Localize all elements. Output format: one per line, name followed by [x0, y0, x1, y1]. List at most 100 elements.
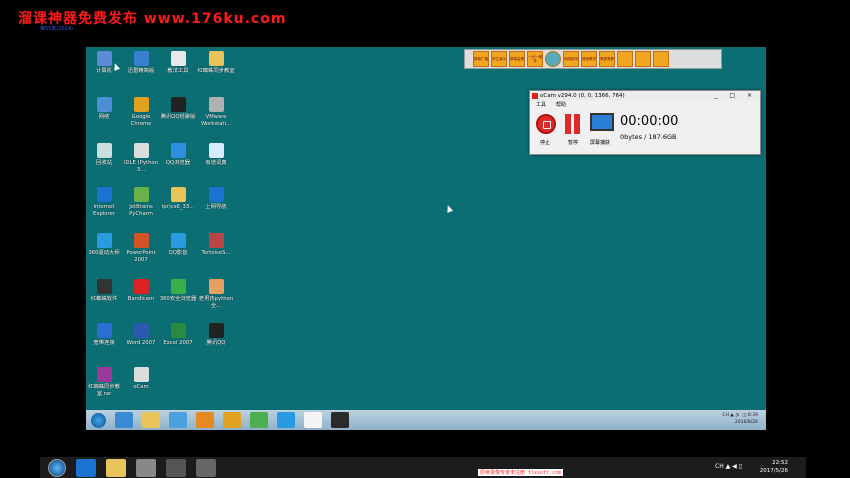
taskbar-app-icon[interactable]	[223, 412, 241, 428]
desktop-icon[interactable]: 网络	[84, 97, 124, 121]
desktop-icon[interactable]: QQ浏览器	[158, 143, 198, 167]
outer-taskbar: CH ▲ ◀ ▯ 22:52 2017/5/26	[40, 457, 806, 478]
app-icon	[96, 97, 112, 112]
taskbar-app-icon[interactable]	[196, 458, 216, 477]
toolbar-button[interactable]: 网络影院	[563, 51, 579, 67]
taskbar-app-icon[interactable]	[196, 412, 214, 428]
desktop-icon[interactable]: 回收站	[84, 143, 124, 167]
inner-taskbar: CH ▲ 🔊 ◫ 8:39 2016/8/26	[86, 410, 766, 430]
desktop-icon-label: Excel 2007	[163, 340, 193, 346]
app-icon	[133, 51, 149, 66]
app-icon	[133, 97, 149, 112]
desktop-icon-label: Internet Explorer	[92, 204, 116, 217]
app-icon	[96, 143, 112, 158]
toolbar-button[interactable]: 屏幕广播	[473, 51, 489, 67]
desktop-icon[interactable]: 腾讯QQ	[196, 323, 236, 347]
inner-clock-time: 8:39	[747, 413, 758, 418]
desktop-icon[interactable]: 有道词典	[196, 143, 236, 167]
desktop-icon[interactable]: 红蜘蛛软件	[84, 279, 124, 303]
desktop-icon[interactable]: 360驱动大师	[84, 233, 124, 257]
desktop-icon[interactable]: QQ影音	[158, 233, 198, 257]
menu-tools[interactable]: 工具	[536, 101, 546, 110]
desktop-icon[interactable]: 腾讯QQ轻聊版	[158, 97, 198, 121]
desktop-icon[interactable]: 360安全浏览器	[158, 279, 198, 303]
toolbar-button[interactable]	[545, 51, 561, 67]
desktop-icon[interactable]: Google Chrome	[121, 97, 161, 127]
toolbar-button[interactable]: 屏幕监看	[509, 51, 525, 67]
app-icon	[208, 97, 224, 112]
desktop-icon[interactable]: Excel 2007	[158, 323, 198, 347]
desktop-icon[interactable]: Word 2007	[121, 323, 161, 347]
ocam-app-icon	[532, 93, 538, 99]
desktop-icon[interactable]: Bandicam	[121, 279, 161, 303]
inner-tray-icons[interactable]: CH ▲ 🔊 ◫	[722, 413, 746, 418]
app-icon	[208, 233, 224, 248]
taskbar-app-icon[interactable]	[250, 412, 268, 428]
desktop-icon[interactable]: 宽带连接	[84, 323, 124, 347]
clock-date: 2017/5/26	[759, 468, 788, 474]
desktop-icon[interactable]: VMware Workstati...	[196, 97, 236, 127]
app-icon	[208, 51, 224, 66]
taskbar-app-icon[interactable]	[76, 458, 96, 477]
remote-desktop[interactable]: 计算机 迅雷精简版 教法工具 红蜘蛛同步教室 网络 Google Chrome 腾讯QQ轻聊…	[86, 47, 766, 410]
start-button[interactable]	[48, 458, 66, 477]
desktop-icon[interactable]: TortoiseS...	[196, 233, 236, 257]
tray-icons[interactable]: CH ▲ ◀ ▯	[715, 463, 742, 470]
desktop-icon-label: TortoiseS...	[201, 250, 231, 256]
desktop-icon[interactable]: PowerPoint 2007	[121, 233, 161, 263]
stop-button[interactable]	[536, 114, 556, 134]
taskbar-app-icon[interactable]	[106, 458, 126, 477]
taskbar-app-icon[interactable]	[166, 458, 186, 477]
screen-capture-button[interactable]	[590, 113, 614, 131]
ocam-menu-bar: 工具 帮助	[530, 101, 760, 110]
desktop-icon[interactable]: 迅雷精简版	[121, 51, 161, 75]
desktop-icon-label: oCam	[133, 384, 149, 390]
toolbar-button[interactable]: 黑屏肃静	[599, 51, 615, 67]
toolbar-button[interactable]	[653, 51, 669, 67]
toolbar-button[interactable]: 语音教学	[581, 51, 597, 67]
desktop-icon-label: 上网导航	[205, 204, 227, 210]
taskbar-app-icon[interactable]	[304, 412, 322, 428]
app-icon	[133, 187, 149, 202]
menu-help[interactable]: 帮助	[556, 101, 566, 110]
app-icon	[96, 233, 112, 248]
desktop-icon[interactable]: oCam	[121, 367, 161, 391]
desktop-icon[interactable]: 上网导航	[196, 187, 236, 211]
taskbar-app-icon[interactable]	[277, 412, 295, 428]
desktop-icon[interactable]: 红蜘蛛同步教室.rar	[84, 367, 124, 397]
desktop-icon-label: QQ影音	[168, 250, 188, 256]
desktop-icon[interactable]: IDLE (Python 3...	[121, 143, 161, 173]
app-icon	[170, 143, 186, 158]
desktop-icon[interactable]: JetBrains PyCharm	[121, 187, 161, 217]
desktop-icon[interactable]: 教法工具	[158, 51, 198, 75]
taskbar-app-icon[interactable]	[142, 412, 160, 428]
app-icon	[96, 323, 112, 338]
taskbar-app-icon[interactable]	[169, 412, 187, 428]
inner-tray: CH ▲ 🔊 ◫ 8:39 2016/8/26	[722, 412, 758, 426]
ocam-window[interactable]: oCam v294.0 (0, 0, 1366, 764) _ □ × 工具 帮…	[529, 90, 761, 155]
app-icon	[170, 51, 186, 66]
recording-timer: 00:00:00	[620, 114, 679, 129]
toolbar-button[interactable]	[635, 51, 651, 67]
inner-start-button[interactable]	[91, 412, 106, 428]
clock-time: 22:52	[772, 460, 788, 466]
window-controls[interactable]: _ □ ×	[714, 91, 757, 101]
desktop-icon-label: 老男孩python全...	[198, 296, 234, 309]
toolbar-button[interactable]: 一对一辅导	[527, 51, 543, 67]
taskbar-app-icon[interactable]	[136, 458, 156, 477]
desktop-icon[interactable]: 老男孩python全...	[196, 279, 236, 309]
ocam-title-bar[interactable]: oCam v294.0 (0, 0, 1366, 764) _ □ ×	[530, 91, 760, 101]
classroom-toolbar: 屏幕广播 学生演示 屏幕监看 一对一辅导 网络影院 语音教学 黑屏肃静	[464, 49, 722, 69]
pause-button[interactable]	[564, 114, 582, 134]
taskbar-app-icon[interactable]	[115, 412, 133, 428]
desktop-icon-label: IDLE (Python 3...	[123, 160, 159, 173]
clock[interactable]: 22:52 2017/5/26	[760, 459, 788, 475]
desktop-icon[interactable]: lpr)cs6_33...	[158, 187, 198, 211]
desktop-icon-label: 教法工具	[167, 68, 189, 74]
desktop-icon[interactable]: 红蜘蛛同步教室	[196, 51, 236, 75]
desktop-icon[interactable]: Internet Explorer	[84, 187, 124, 217]
toolbar-button[interactable]	[617, 51, 633, 67]
inner-clock-date: 2016/8/26	[734, 420, 758, 425]
toolbar-button[interactable]: 学生演示	[491, 51, 507, 67]
taskbar-app-icon[interactable]	[331, 412, 349, 428]
